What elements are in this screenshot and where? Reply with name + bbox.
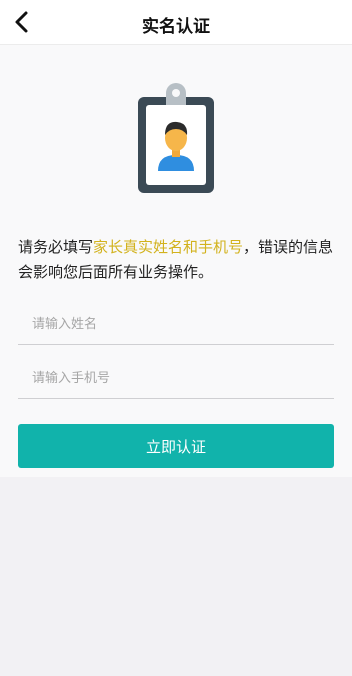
phone-field <box>18 359 334 399</box>
main-content: 请务必填写家长真实姓名和手机号，错误的信息会影响您后面所有业务操作。 立即认证 <box>0 45 352 477</box>
name-input[interactable] <box>18 305 334 343</box>
page-title: 实名认证 <box>142 17 210 37</box>
id-badge-icon <box>138 83 214 193</box>
nav-header: 实名认证 <box>0 0 352 45</box>
notice-text: 请务必填写家长真实姓名和手机号，错误的信息会影响您后面所有业务操作。 <box>18 235 338 285</box>
notice-highlight: 家长真实姓名和手机号 <box>93 238 244 256</box>
notice-prefix: 请务必填写 <box>18 238 94 256</box>
verify-now-button[interactable]: 立即认证 <box>18 424 334 468</box>
name-field <box>18 305 334 345</box>
phone-input[interactable] <box>18 359 334 397</box>
real-name-auth-screen: 实名认证 请务必填写家长真实姓名和手机号，错误的信息会影响您后面所有业务操作。 … <box>0 0 352 676</box>
